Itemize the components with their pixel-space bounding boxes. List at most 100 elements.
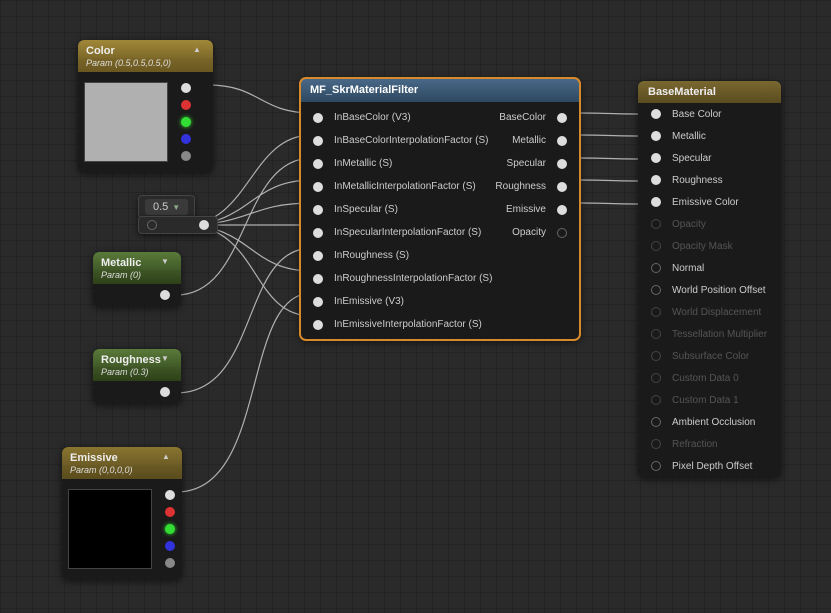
node-title: BaseMaterial (648, 86, 716, 98)
input-label: InBaseColor (V3) (334, 112, 411, 123)
material-pin: Subsurface Color (638, 345, 781, 367)
output-pin-rgb[interactable] (181, 83, 191, 93)
pin-label: Custom Data 1 (672, 395, 739, 406)
material-function-node[interactable]: MF_SkrMaterialFilter InBaseColor (V3) Ba… (300, 78, 580, 340)
collapse-icon[interactable]: ▲ (162, 452, 174, 464)
output-label: Emissive (506, 204, 546, 215)
output-pin[interactable] (557, 159, 567, 169)
input-pin[interactable] (313, 113, 323, 123)
node-header[interactable]: Roughness ▼ (93, 349, 181, 369)
color-preview (68, 489, 152, 569)
node-header[interactable]: Metallic ▼ (93, 252, 181, 272)
output-pin-b[interactable] (165, 541, 175, 551)
pin-label: Opacity Mask (672, 241, 733, 252)
input-pin[interactable] (313, 182, 323, 192)
material-pin: Tessellation Multiplier (638, 323, 781, 345)
input-pin[interactable] (651, 153, 661, 163)
input-pin[interactable] (313, 159, 323, 169)
output-pin-r[interactable] (165, 507, 175, 517)
output-pin[interactable] (557, 228, 567, 238)
collapse-icon[interactable]: ▲ (193, 45, 205, 57)
output-pin[interactable] (557, 136, 567, 146)
output-label: Opacity (512, 227, 546, 238)
input-pin[interactable] (651, 461, 661, 471)
node-header[interactable]: Emissive ▲ (62, 447, 182, 467)
node-header[interactable]: MF_SkrMaterialFilter (300, 78, 580, 102)
output-pin[interactable] (160, 387, 170, 397)
material-pin[interactable]: Roughness (638, 169, 781, 191)
material-output-node[interactable]: BaseMaterial Base Color Metallic Specular R… (638, 81, 781, 477)
input-pin[interactable] (313, 274, 323, 284)
input-label: InSpecularInterpolationFactor (S) (334, 227, 481, 238)
node-header[interactable]: BaseMaterial (638, 81, 781, 103)
output-pin-r[interactable] (181, 100, 191, 110)
input-pin (651, 439, 661, 449)
output-pin-b[interactable] (181, 134, 191, 144)
dropdown-icon[interactable]: ▼ (172, 203, 180, 212)
input-pin[interactable] (313, 320, 323, 330)
input-label: InEmissive (V3) (334, 296, 404, 307)
input-pin[interactable] (651, 175, 661, 185)
output-pin[interactable] (160, 290, 170, 300)
material-pin[interactable]: Specular (638, 147, 781, 169)
material-pin: Custom Data 0 (638, 367, 781, 389)
pin-label: Emissive Color (672, 197, 739, 208)
param-node-metallic[interactable]: Metallic ▼ Param (0) (93, 252, 181, 306)
material-pin[interactable]: Base Color (638, 103, 781, 125)
material-pin[interactable]: World Position Offset (638, 279, 781, 301)
input-pin[interactable] (651, 197, 661, 207)
constant-node-output[interactable] (138, 216, 218, 234)
pin-label: World Position Offset (672, 285, 766, 296)
input-pin[interactable] (313, 136, 323, 146)
pin-label: Specular (672, 153, 711, 164)
param-node-color[interactable]: Color ▲ Param (0.5,0.5,0.5,0) (78, 40, 213, 172)
node-header[interactable]: Color ▲ (78, 40, 213, 60)
material-pin[interactable]: Ambient Occlusion (638, 411, 781, 433)
output-pin[interactable] (557, 182, 567, 192)
input-label: InSpecular (S) (334, 204, 398, 215)
output-label: Metallic (512, 135, 546, 146)
pin-label: Metallic (672, 131, 706, 142)
output-pin[interactable] (557, 113, 567, 123)
input-label: InMetallicInterpolationFactor (S) (334, 181, 476, 192)
collapse-icon[interactable]: ▼ (161, 257, 173, 269)
input-pin[interactable] (651, 131, 661, 141)
output-row (93, 381, 181, 403)
input-label: InRoughness (S) (334, 250, 409, 261)
input-pin (651, 241, 661, 251)
input-pin[interactable] (651, 109, 661, 119)
input-pin[interactable] (147, 220, 157, 230)
material-pin: World Displacement (638, 301, 781, 323)
output-pin-g[interactable] (165, 524, 175, 534)
input-pin[interactable] (313, 205, 323, 215)
input-pin[interactable] (651, 285, 661, 295)
input-pin[interactable] (313, 228, 323, 238)
input-pin (651, 373, 661, 383)
material-pin[interactable]: Emissive Color (638, 191, 781, 213)
input-pin[interactable] (651, 417, 661, 427)
output-pin-rgb[interactable] (165, 490, 175, 500)
pin-label: Pixel Depth Offset (672, 461, 752, 472)
pin-label: World Displacement (672, 307, 761, 318)
input-label: InRoughnessInterpolationFactor (S) (334, 273, 492, 284)
output-pin-g[interactable] (181, 117, 191, 127)
collapse-icon[interactable]: ▼ (161, 354, 173, 366)
param-node-emissive[interactable]: Emissive ▲ Param (0,0,0,0) (62, 447, 182, 579)
output-pin[interactable] (199, 220, 209, 230)
input-pin[interactable] (313, 251, 323, 261)
input-pin[interactable] (313, 297, 323, 307)
pin-label: Ambient Occlusion (672, 417, 755, 428)
material-pin[interactable]: Pixel Depth Offset (638, 455, 781, 477)
param-node-roughness[interactable]: Roughness ▼ Param (0.3) (93, 349, 181, 403)
material-pin[interactable]: Normal (638, 257, 781, 279)
pin-label: Custom Data 0 (672, 373, 739, 384)
output-pin-a[interactable] (181, 151, 191, 161)
output-pin[interactable] (557, 205, 567, 215)
input-pin (651, 351, 661, 361)
output-pin-a[interactable] (165, 558, 175, 568)
material-pin[interactable]: Metallic (638, 125, 781, 147)
input-pin[interactable] (651, 263, 661, 273)
input-label: InBaseColorInterpolationFactor (S) (334, 135, 489, 146)
material-pin: Opacity Mask (638, 235, 781, 257)
material-pin: Custom Data 1 (638, 389, 781, 411)
